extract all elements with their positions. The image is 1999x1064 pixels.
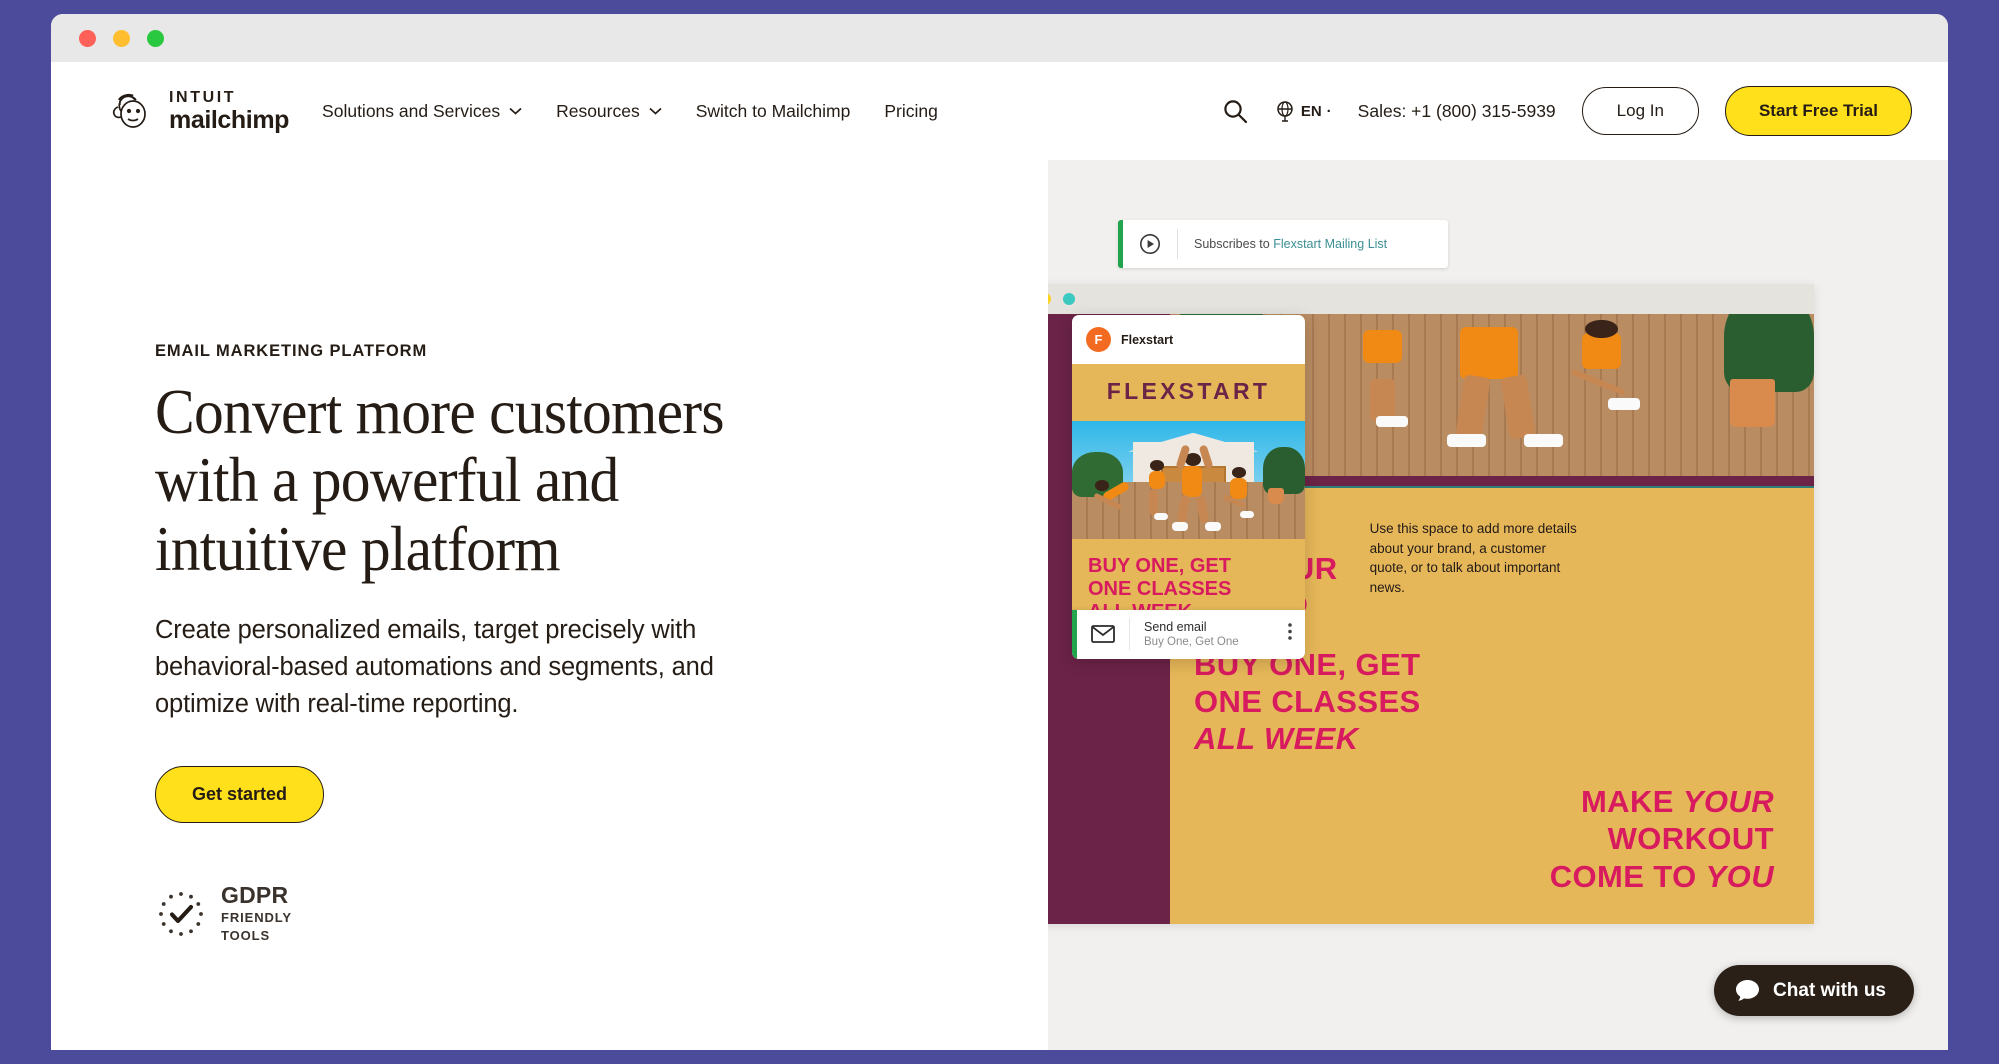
headline-line-3: intuitive platform [155, 512, 561, 584]
play-circle-icon [1123, 233, 1177, 255]
headline-line-1: Convert more customers [155, 376, 725, 447]
preview-maximize-dot[interactable] [1063, 293, 1075, 305]
campaign-promo-secondary: MAKE YOUR WORKOUT COME TO YOU [1170, 757, 1814, 895]
automation-trigger-step[interactable]: Subscribes to Flexstart Mailing List [1118, 220, 1448, 268]
envelope-icon [1077, 625, 1129, 643]
browser-window: INTUIT mailchimp Solutions and Services … [51, 14, 1948, 1050]
promo2-line-1-a: MAKE [1580, 784, 1683, 820]
more-vertical-icon[interactable] [1288, 623, 1305, 645]
hero-section: EMAIL MARKETING PLATFORM Convert more cu… [51, 160, 1948, 1050]
headline-line-2: with a powerful and [155, 444, 619, 516]
email-sender-name: Flexstart [1121, 332, 1174, 347]
preview-titlebar [1048, 284, 1814, 314]
promo-line-3: ALL WEEK [1194, 721, 1359, 757]
nav-item-label: Switch to Mailchimp [695, 100, 851, 121]
nav-item-label: Pricing [884, 100, 938, 121]
send-email-title: Send email [1144, 620, 1207, 635]
gdpr-stars-check-icon [159, 892, 203, 936]
email-card-photo [1072, 421, 1305, 539]
chat-label: Chat with us [1773, 979, 1886, 1001]
hero-product-visual: Subscribes to Flexstart Mailing List Fil… [1048, 160, 1948, 1050]
nav-item-resources[interactable]: Resources [556, 101, 662, 122]
avatar: F [1086, 327, 1111, 352]
email-promo-line-2: ONE CLASSES [1088, 578, 1232, 601]
chat-with-us-button[interactable]: Chat with us [1714, 965, 1914, 1016]
gdpr-line-2: FRIENDLY [221, 910, 293, 926]
automation-trigger-label: Subscribes to Flexstart Mailing List [1178, 237, 1387, 251]
logo-mailchimp-text: mailchimp [169, 105, 290, 134]
email-preview-card: F Flexstart FLEXSTART BUY ONE, GET ONE C… [1072, 315, 1305, 659]
send-email-action-row[interactable]: Send email Buy One, Get One [1072, 609, 1305, 659]
nav-item-label: Resources [556, 100, 640, 121]
gdpr-badge: GDPR FRIENDLY TOOLS [155, 882, 895, 945]
promo-line-2: ONE CLASSES [1194, 683, 1421, 719]
language-selector[interactable]: EN · [1274, 100, 1332, 122]
chevron-down-icon [649, 107, 662, 115]
page-title: Convert more customers with a powerful a… [155, 376, 843, 584]
mailchimp-logo[interactable]: INTUIT mailchimp [111, 88, 290, 134]
window-maximize-button[interactable] [147, 29, 164, 47]
email-card-header: F Flexstart [1072, 315, 1305, 364]
nav-item-solutions-and-services[interactable]: Solutions and Services [322, 101, 522, 122]
language-code: EN [1300, 102, 1322, 120]
log-in-button[interactable]: Log In [1581, 87, 1699, 135]
brand-body-text: Use this space to add more details about… [1369, 521, 1577, 595]
chat-bubble-icon [1736, 980, 1760, 1001]
nav-links: Solutions and Services Resources Switch … [322, 101, 938, 122]
promo2-line-3-a: COME TO [1549, 858, 1706, 894]
site-navigation: INTUIT mailchimp Solutions and Services … [51, 62, 1948, 160]
preview-minimize-dot[interactable] [1048, 293, 1051, 305]
trigger-list-name: Flexstart Mailing List [1273, 237, 1388, 251]
get-started-button[interactable]: Get started [155, 766, 325, 824]
send-email-subtitle: Buy One, Get One [1144, 636, 1239, 649]
book-class-wrap: Book Your Class [1170, 895, 1814, 924]
hero-copy: EMAIL MARKETING PLATFORM Convert more cu… [155, 342, 895, 945]
trigger-prefix: Subscribes to [1194, 237, 1274, 251]
mailchimp-freddie-icon [112, 93, 146, 128]
promo2-line-1-b: YOUR [1682, 784, 1774, 820]
window-titlebar [51, 14, 1948, 62]
sales-phone[interactable]: Sales: +1 (800) 315-5939 [1358, 101, 1556, 122]
hero-subcopy: Create personalized emails, target preci… [155, 616, 714, 719]
nav-item-switch-to-mailchimp[interactable]: Switch to Mailchimp [696, 101, 851, 122]
email-brand-banner: FLEXSTART [1072, 364, 1305, 421]
window-close-button[interactable] [79, 29, 96, 47]
language-caret: · [1326, 102, 1332, 120]
chevron-down-icon [509, 107, 522, 115]
globe-icon [1277, 101, 1293, 122]
logo-intuit-text: INTUIT [169, 88, 237, 106]
nav-right-group: EN · Sales: +1 (800) 315-5939 Log In Sta… [1222, 86, 1912, 136]
email-promo-line-1: BUY ONE, GET [1088, 555, 1231, 577]
window-minimize-button[interactable] [113, 29, 130, 47]
gdpr-line-3: TOOLS [221, 927, 271, 943]
promo2-line-2: WORKOUT [1607, 821, 1774, 857]
start-free-trial-button[interactable]: Start Free Trial [1724, 86, 1912, 136]
gdpr-line-1: GDPR [221, 882, 289, 909]
search-icon[interactable] [1222, 98, 1248, 124]
nav-item-label: Solutions and Services [322, 100, 501, 121]
hero-eyebrow: EMAIL MARKETING PLATFORM [155, 342, 428, 360]
hero-left-panel: EMAIL MARKETING PLATFORM Convert more cu… [51, 160, 1048, 1050]
promo2-line-3-b: YOU [1705, 858, 1774, 894]
nav-item-pricing[interactable]: Pricing [884, 101, 938, 122]
